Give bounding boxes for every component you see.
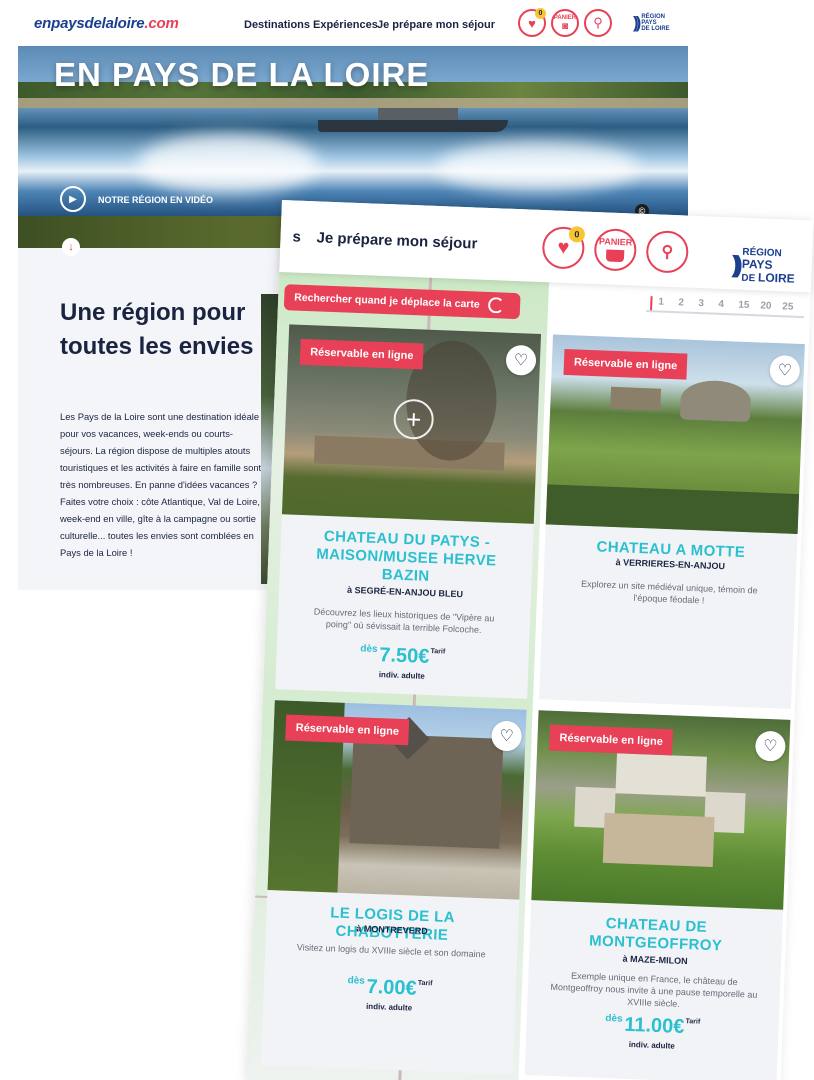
boat-image — [318, 120, 508, 132]
favorites-button[interactable]: ♥ 0 — [518, 8, 546, 37]
basket-icon: ◙ — [561, 20, 569, 32]
header-prefix-snippet: s — [292, 228, 302, 246]
pager-item[interactable]: 4 — [718, 299, 724, 310]
result-card[interactable]: + Réservable en ligne ♡ CHATEAU DU PATYS… — [275, 324, 542, 699]
refresh-icon — [487, 296, 505, 314]
favorites-count-badge: 0 — [535, 8, 546, 19]
nav-experiences[interactable]: Expériences — [313, 19, 378, 31]
card-description: Exemple unique en France, le château de … — [550, 970, 758, 1009]
cart-button[interactable]: PANIER ◙ — [551, 9, 579, 37]
site-logo[interactable]: enpaysdelaloire.com — [34, 15, 179, 32]
intro-heading: Une région pour toutes les envies — [60, 299, 254, 360]
hero-title: EN PAYS DE LA LOIRE — [54, 56, 430, 93]
pager-item[interactable]: 15 — [738, 300, 750, 311]
region-logo-text: RÉGION PAYS DE LOIRE — [741, 246, 795, 286]
pager-active-marker — [650, 296, 653, 311]
result-card[interactable]: Réservable en ligne ♡ LE LOGIS DE LA CHA… — [260, 700, 527, 1075]
result-card[interactable]: Réservable en ligne ♡ CHATEAU A MOTTE à … — [539, 334, 805, 709]
search-results-window: s Je prépare mon séjour ♥ 0 PANIER ⚲ )) … — [248, 200, 814, 1080]
search-button[interactable]: ⚲ — [584, 9, 612, 37]
search-on-map-label: Rechercher quand je déplace la carte — [294, 291, 480, 311]
region-bars-icon: )) — [633, 13, 642, 32]
intro-text: Les Pays de la Loire sont une destinatio… — [60, 411, 262, 558]
search-icon: ⚲ — [661, 243, 674, 262]
nav-destinations[interactable]: Destinations — [244, 19, 310, 31]
search-icon: ⚲ — [593, 15, 603, 30]
basket-icon — [605, 249, 625, 263]
bookable-online-badge: Réservable en ligne — [299, 338, 424, 370]
logo-tld: .com — [144, 15, 179, 32]
scroll-down-icon[interactable]: ↓ — [62, 238, 80, 256]
favorites-count-badge: 0 — [568, 226, 586, 243]
pager-item[interactable]: 1 — [658, 297, 664, 308]
pager-item[interactable]: 3 — [698, 298, 704, 309]
nav-prepare-sejour[interactable]: Je prépare mon séjour — [377, 19, 495, 31]
card-description: Explorez un site médiéval unique, témoin… — [580, 578, 758, 606]
card-title[interactable]: CHATEAU DE MONTGEOFFROY — [539, 912, 772, 957]
region-logo[interactable]: )) RÉGION PAYS DE LOIRE — [633, 13, 670, 33]
heart-icon: ♥ — [557, 236, 570, 260]
play-video-icon[interactable]: ▶ — [60, 186, 86, 212]
cart-label: PANIER — [598, 236, 633, 248]
region-logo[interactable]: )) RÉGION PAYS DE LOIRE — [731, 246, 796, 286]
result-card[interactable]: Réservable en ligne ♡ CHATEAU DE MONTGEO… — [524, 710, 791, 1080]
card-title[interactable]: CHATEAU DU PATYS - MAISON/MUSEE HERVE BA… — [289, 527, 523, 590]
bookable-online-badge: Réservable en ligne — [563, 348, 688, 380]
card-description: Découvrez les lieux historiques de "Vipè… — [313, 606, 495, 635]
pager-item[interactable]: 25 — [782, 301, 794, 312]
site-header: enpaysdelaloire.com Destinations Expérie… — [18, 0, 688, 46]
header-title[interactable]: Je prépare mon séjour — [316, 229, 477, 252]
video-link-label[interactable]: NOTRE RÉGION EN VIDÉO — [98, 195, 213, 205]
pager-item[interactable]: 20 — [760, 300, 772, 311]
favorites-button[interactable]: ♥ 0 — [541, 226, 586, 270]
logo-text: enpaysdelaloire — [34, 15, 145, 32]
bookable-online-badge: Réservable en ligne — [285, 714, 410, 746]
search-button[interactable]: ⚲ — [645, 230, 690, 274]
pager-item[interactable]: 2 — [678, 297, 684, 308]
bookable-online-badge: Réservable en ligne — [549, 724, 674, 756]
region-logo-text: RÉGION PAYS DE LOIRE — [641, 14, 670, 32]
cart-button[interactable]: PANIER — [593, 228, 638, 272]
region-bars-icon: )) — [731, 251, 739, 279]
heart-icon: ♥ — [528, 15, 536, 31]
